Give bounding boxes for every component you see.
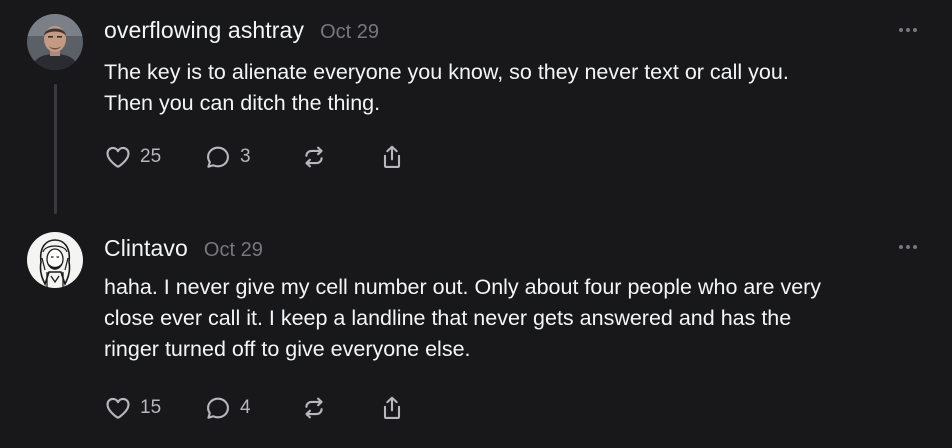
- comment-bubble-icon: [207, 397, 229, 419]
- timestamp[interactable]: Oct 29: [204, 239, 263, 262]
- sketch-portrait-avatar-icon: [27, 232, 83, 288]
- username[interactable]: overflowing ashtray: [104, 17, 304, 44]
- action-bar: 15 4: [104, 393, 406, 423]
- repost-button[interactable]: [300, 394, 378, 422]
- share-upload-icon: [383, 145, 401, 168]
- username[interactable]: Clintavo: [104, 235, 188, 262]
- reply-post: Clintavo Oct 29 haha. I never give my ce…: [0, 224, 952, 448]
- reply-count: 3: [240, 146, 251, 167]
- action-bar: 25 3: [104, 142, 406, 172]
- avatar[interactable]: [27, 232, 83, 288]
- more-options-button[interactable]: [896, 240, 920, 254]
- reply-post: overflowing ashtray Oct 29 The key is to…: [0, 0, 952, 224]
- like-count: 25: [140, 146, 162, 167]
- like-button[interactable]: 25: [104, 143, 204, 171]
- post-text: The key is to alienate everyone you know…: [104, 60, 789, 115]
- post-header: overflowing ashtray Oct 29: [104, 17, 379, 44]
- reply-button[interactable]: 3: [204, 143, 300, 171]
- more-dots-icon: [899, 245, 917, 249]
- reply-count: 4: [240, 397, 251, 418]
- repost-button[interactable]: [300, 143, 378, 171]
- more-dots-icon: [899, 28, 917, 32]
- reply-button[interactable]: 4: [204, 394, 300, 422]
- repost-arrows-icon: [305, 146, 323, 168]
- like-count: 15: [140, 397, 162, 418]
- timestamp[interactable]: Oct 29: [320, 21, 379, 44]
- user-photo-avatar-icon: [27, 14, 83, 70]
- like-button[interactable]: 15: [104, 394, 204, 422]
- post-header: Clintavo Oct 29: [104, 235, 263, 262]
- share-upload-icon: [383, 396, 401, 419]
- post-text: haha. I never give my cell number out. O…: [104, 275, 822, 361]
- share-button[interactable]: [378, 143, 406, 171]
- more-options-button[interactable]: [896, 23, 920, 37]
- thread-line: [54, 84, 57, 214]
- comment-bubble-icon: [207, 146, 229, 168]
- repost-arrows-icon: [305, 397, 323, 419]
- share-button[interactable]: [378, 394, 406, 422]
- heart-icon: [106, 146, 130, 168]
- heart-icon: [106, 397, 130, 419]
- avatar[interactable]: [27, 14, 83, 70]
